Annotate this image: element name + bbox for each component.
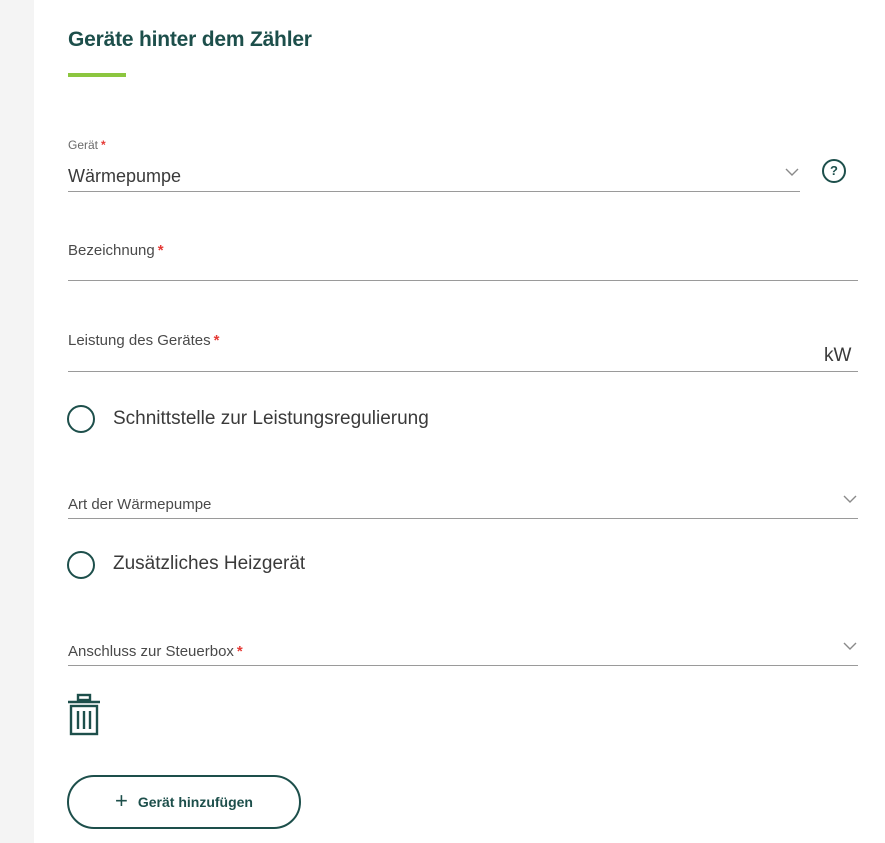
required-mark: *: [236, 643, 243, 660]
chevron-down-icon[interactable]: [785, 167, 799, 177]
required-mark: *: [101, 138, 106, 152]
power-underline: [68, 371, 858, 372]
chevron-down-icon[interactable]: [843, 641, 857, 651]
device-select-underline: [68, 191, 800, 192]
power-regulation-interface-radio[interactable]: [67, 405, 95, 433]
power-unit: kW: [824, 345, 852, 366]
plus-icon: +: [115, 788, 128, 813]
control-box-connection-label: Anschluss zur Steuerbox *: [68, 643, 243, 660]
title-accent-underline: [68, 73, 126, 77]
power-regulation-interface-label[interactable]: Schnittstelle zur Leistungsregulierung: [113, 408, 429, 430]
devices-behind-meter-section: Geräte hinter dem Zähler Gerät * Wärmepum…: [34, 0, 885, 843]
add-device-label: Gerät hinzufügen: [137, 794, 253, 810]
chevron-down-icon[interactable]: [843, 494, 857, 504]
section-title: Geräte hinter dem Zähler: [68, 28, 312, 51]
designation-underline: [68, 280, 858, 281]
trash-icon[interactable]: [66, 693, 102, 737]
heatpump-type-underline: [68, 518, 858, 519]
power-label: Leistung des Gerätes *: [68, 332, 220, 349]
device-select-label: Gerät *: [68, 138, 106, 152]
additional-heater-label[interactable]: Zusätzliches Heizgerät: [113, 553, 305, 575]
required-mark: *: [157, 242, 164, 259]
required-mark: *: [213, 332, 220, 349]
add-device-button[interactable]: + Gerät hinzufügen: [67, 775, 301, 829]
designation-label: Bezeichnung *: [68, 242, 164, 259]
left-sidebar-strip: [0, 0, 34, 843]
help-icon[interactable]: ?: [822, 159, 846, 183]
additional-heater-radio[interactable]: [67, 551, 95, 579]
heatpump-type-label: Art der Wärmepumpe: [68, 496, 212, 513]
device-select-value: Wärmepumpe: [68, 166, 182, 186]
control-box-connection-underline: [68, 665, 858, 666]
